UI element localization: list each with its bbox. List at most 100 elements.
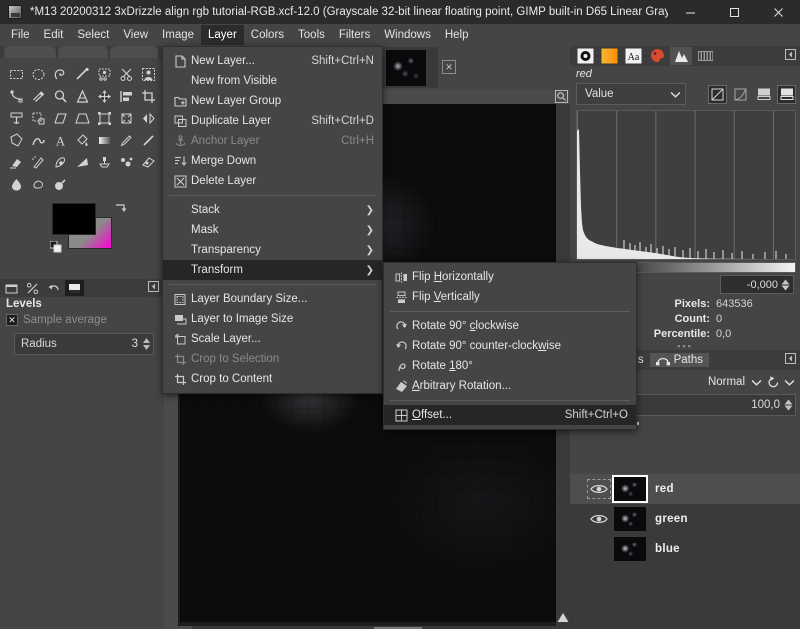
image-tab-close-icon[interactable]: ✕ (442, 60, 456, 74)
foreground-select-tool[interactable] (138, 64, 159, 85)
color-picker-tool[interactable] (28, 86, 49, 107)
free-select-tool[interactable] (50, 64, 71, 85)
image-tab[interactable] (374, 47, 438, 88)
layer-thumbnail[interactable] (612, 475, 648, 503)
menu-item-scale-layer[interactable]: Scale Layer... (163, 329, 382, 349)
tab-brushes[interactable] (574, 47, 596, 65)
menu-help[interactable]: Help (438, 25, 476, 45)
menu-colors[interactable]: Colors (244, 25, 291, 45)
menu-edit[interactable]: Edit (37, 25, 71, 45)
tab-palettes[interactable] (646, 47, 668, 65)
collapse-histogram-dock-icon[interactable] (785, 49, 796, 63)
histogram-range-spinner[interactable]: -0,000 (720, 275, 794, 294)
mypaint-brush-tool[interactable] (72, 152, 93, 173)
layer-name[interactable]: blue (655, 543, 680, 555)
menu-windows[interactable]: Windows (377, 25, 438, 45)
flip-tool[interactable] (138, 108, 159, 129)
handle-transform-tool[interactable] (116, 108, 137, 129)
eraser-tool[interactable] (6, 152, 27, 173)
layer-thumbnail[interactable] (614, 537, 646, 561)
blur-sharpen-tool[interactable] (6, 174, 27, 195)
dodge-burn-tool[interactable] (50, 174, 71, 195)
ink-tool[interactable] (50, 152, 71, 173)
menu-item-transparency[interactable]: Transparency ❯ (163, 240, 382, 260)
zoom-tool[interactable] (50, 86, 71, 107)
menu-item-offset[interactable]: Offset... Shift+Ctrl+O (384, 405, 636, 425)
menu-item-new-layer[interactable]: New Layer... Shift+Ctrl+N (163, 51, 382, 71)
radius-stepper-arrows[interactable] (142, 337, 151, 351)
dock-tab-images[interactable] (110, 46, 158, 58)
menu-item-layer-to-image-size[interactable]: Layer to Image Size (163, 309, 382, 329)
maximize-button[interactable] (712, 0, 756, 24)
paths-tool[interactable] (6, 86, 27, 107)
heal-tool[interactable] (116, 152, 137, 173)
layer-composite-mode-button[interactable] (766, 375, 795, 390)
menu-item-stack[interactable]: Stack ❯ (163, 200, 382, 220)
layer-mode-select[interactable]: Normal (688, 372, 762, 392)
menu-file[interactable]: File (4, 25, 37, 45)
tab-device-status[interactable] (44, 280, 63, 296)
tab-undo-history[interactable] (23, 280, 42, 296)
menu-view[interactable]: View (116, 25, 155, 45)
menu-item-rotate-90-clockwise[interactable]: Rotate 90° clockwise (384, 316, 636, 336)
menu-layer[interactable]: Layer (201, 25, 244, 45)
menu-select[interactable]: Select (70, 25, 116, 45)
menu-item-merge-down[interactable]: Merge Down (163, 151, 382, 171)
foreground-background-colors[interactable] (49, 203, 127, 253)
menu-filters[interactable]: Filters (332, 25, 377, 45)
cage-transform-tool[interactable] (6, 130, 27, 151)
sample-average-checkbox[interactable]: ✕ (6, 314, 18, 326)
foreground-color-swatch[interactable] (52, 203, 96, 235)
fuzzy-select-tool[interactable] (72, 64, 93, 85)
table-row[interactable]: green (570, 504, 800, 534)
range-stepper-arrows[interactable] (781, 279, 790, 291)
zoom-out-histogram-button[interactable] (754, 85, 773, 104)
dock-tab-toolbox[interactable] (4, 46, 56, 58)
menu-item-layer-boundary-size[interactable]: Layer Boundary Size... (163, 289, 382, 309)
scissors-select-tool[interactable] (116, 64, 137, 85)
table-row[interactable]: blue (570, 534, 800, 564)
radius-spinner[interactable]: Radius 3 (14, 333, 154, 355)
menu-item-arbitrary-rotation[interactable]: Arbitrary Rotation... (384, 376, 636, 396)
measure-tool[interactable] (72, 86, 93, 107)
minimize-button[interactable] (668, 0, 712, 24)
text-tool[interactable]: A (50, 130, 71, 151)
menu-item-rotate-180[interactable]: Rotate 180° (384, 356, 636, 376)
layer-visibility-icon[interactable] (586, 513, 612, 525)
menu-item-new-layer-group[interactable]: New Layer Group (163, 91, 382, 111)
ellipse-select-tool[interactable] (28, 64, 49, 85)
tab-histogram[interactable] (670, 47, 692, 65)
select-by-color-tool[interactable] (94, 64, 115, 85)
menu-item-rotate-90-counter-clockwise[interactable]: Rotate 90° counter-clockwise (384, 336, 636, 356)
menu-item-duplicate-layer[interactable]: Duplicate Layer Shift+Ctrl+D (163, 111, 382, 131)
alignment-tool[interactable] (116, 86, 137, 107)
menu-item-new-from-visible[interactable]: New from Visible (163, 71, 382, 91)
tab-fonts[interactable]: Aa (622, 47, 644, 65)
warp-transform-tool[interactable] (28, 130, 49, 151)
menu-item-delete-layer[interactable]: Delete Layer (163, 171, 382, 191)
smudge-tool[interactable] (28, 174, 49, 195)
scroll-up-icon[interactable] (557, 612, 569, 626)
menu-item-mask[interactable]: Mask ❯ (163, 220, 382, 240)
scale-tool[interactable] (28, 108, 49, 129)
gradient-tool[interactable] (94, 130, 115, 151)
collapse-dock-icon[interactable] (148, 281, 159, 295)
clone-tool[interactable] (94, 152, 115, 173)
table-row[interactable]: red (570, 474, 800, 504)
unified-transform-tool[interactable] (94, 108, 115, 129)
sample-average-row[interactable]: ✕ Sample average (0, 314, 162, 326)
tab-gradients[interactable] (598, 47, 620, 65)
airbrush-tool[interactable] (28, 152, 49, 173)
perspective-clone-tool[interactable] (138, 152, 159, 173)
crop-tool[interactable] (138, 86, 159, 107)
rect-select-tool[interactable] (6, 64, 27, 85)
close-button[interactable] (756, 0, 800, 24)
move-tool[interactable] (94, 86, 115, 107)
layer-thumbnail[interactable] (614, 507, 646, 531)
ruler-menu-icon[interactable] (555, 90, 568, 104)
reset-colors-icon[interactable] (49, 240, 64, 258)
menu-tools[interactable]: Tools (291, 25, 332, 45)
layer-visibility-icon[interactable] (586, 478, 612, 500)
collapse-layers-dock-icon[interactable] (785, 353, 796, 367)
menu-item-crop-to-content[interactable]: Crop to Content (163, 369, 382, 389)
